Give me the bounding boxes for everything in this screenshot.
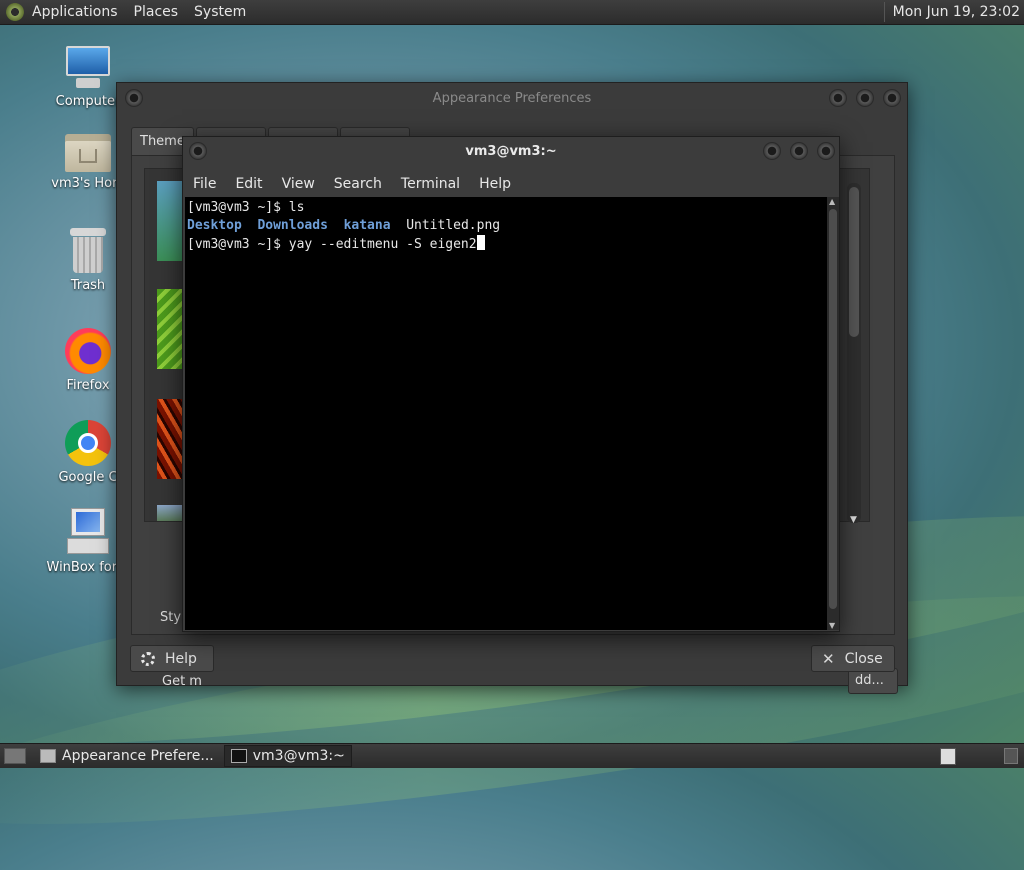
taskbar-item-label: vm3@vm3:~ <box>252 748 345 764</box>
window-controls <box>829 89 901 107</box>
directory-entry: Desktop <box>187 218 242 233</box>
close-button[interactable]: ✕ Close <box>811 645 895 672</box>
wallpaper-thumbnail[interactable] <box>157 505 185 521</box>
help-icon <box>141 651 155 666</box>
wallpaper-scrollbar[interactable]: ▼ <box>847 183 861 525</box>
wallpaper-thumbnail[interactable] <box>157 399 185 479</box>
scrollbar-thumb[interactable] <box>829 209 837 609</box>
close-window-button[interactable] <box>817 142 835 160</box>
clock-area: Mon Jun 19, 23:02 <box>883 0 1024 24</box>
file-entry: Untitled.png <box>406 218 501 233</box>
window-title: vm3@vm3:~ <box>465 144 557 159</box>
menu-help[interactable]: Help <box>479 176 511 192</box>
top-panel: Applications Places System Mon Jun 19, 2… <box>0 0 1024 25</box>
menu-terminal[interactable]: Terminal <box>401 176 460 192</box>
clock[interactable]: Mon Jun 19, 23:02 <box>893 4 1020 20</box>
terminal-menubar: File Edit View Search Terminal Help <box>183 171 839 197</box>
appearance-app-icon <box>40 749 56 763</box>
home-folder-icon <box>65 132 111 172</box>
get-more-link[interactable]: Get m <box>162 674 202 689</box>
bottom-panel: Appearance Prefere... vm3@vm3:~ <box>0 743 1024 768</box>
winbox-icon <box>67 508 109 556</box>
menu-edit[interactable]: Edit <box>235 176 262 192</box>
system-menu[interactable]: System <box>194 4 246 20</box>
menu-view[interactable]: View <box>282 176 315 192</box>
wallpaper-thumbnail[interactable] <box>157 181 185 261</box>
scroll-up-icon[interactable]: ▲ <box>829 197 835 206</box>
workspace-switcher[interactable] <box>940 747 956 765</box>
terminal-app-icon <box>230 749 247 763</box>
prompt: [vm3@vm3 ~]$ <box>187 200 289 215</box>
taskbar-item-label: Appearance Prefere... <box>62 748 214 764</box>
window-controls <box>763 142 835 160</box>
taskbar-item-terminal[interactable]: vm3@vm3:~ <box>223 745 352 767</box>
maximize-button[interactable] <box>790 142 808 160</box>
scroll-down-icon[interactable]: ▼ <box>850 515 857 525</box>
firefox-icon <box>65 328 111 374</box>
window-title: Appearance Preferences <box>432 91 592 106</box>
menu-file[interactable]: File <box>193 176 216 192</box>
places-menu[interactable]: Places <box>134 4 179 20</box>
scroll-down-icon[interactable]: ▼ <box>829 621 835 630</box>
help-button[interactable]: Help <box>130 645 214 672</box>
terminal-line: [vm3@vm3 ~]$ ls <box>187 199 827 217</box>
command: ls <box>288 200 305 215</box>
trash-applet-icon[interactable] <box>1004 748 1018 764</box>
terminal-window: vm3@vm3:~ File Edit View Search Terminal… <box>182 136 840 632</box>
close-window-button[interactable] <box>883 89 901 107</box>
directory-entry: katana <box>343 218 391 233</box>
minimize-button[interactable] <box>829 89 847 107</box>
show-desktop-icon[interactable] <box>4 748 26 764</box>
wallpaper-thumbnail[interactable] <box>157 289 185 369</box>
applications-menu[interactable]: Applications <box>32 4 118 20</box>
terminal-output[interactable]: [vm3@vm3 ~]$ ls Desktop Downloads katana… <box>185 197 827 630</box>
text-cursor <box>476 235 485 250</box>
prompt: [vm3@vm3 ~]$ <box>187 237 289 252</box>
taskbar-item-appearance[interactable]: Appearance Prefere... <box>34 745 220 767</box>
minimize-button[interactable] <box>763 142 781 160</box>
directory-entry: Downloads <box>257 218 328 233</box>
close-icon: ✕ <box>822 649 835 668</box>
terminal-line: [vm3@vm3 ~]$ yay --editmenu -S eigen2 <box>187 235 827 254</box>
distro-logo-icon[interactable] <box>6 3 24 21</box>
trash-icon <box>68 228 108 274</box>
close-button-label: Close <box>844 650 883 667</box>
scrollbar-thumb[interactable] <box>849 187 859 337</box>
terminal-line: Desktop Downloads katana Untitled.png <box>187 217 827 235</box>
help-button-label: Help <box>165 650 197 667</box>
chrome-icon <box>65 420 111 466</box>
maximize-button[interactable] <box>856 89 874 107</box>
panel-separator <box>883 2 885 22</box>
menu-search[interactable]: Search <box>334 176 382 192</box>
computer-icon <box>64 46 112 90</box>
command: yay --editmenu -S eigen2 <box>288 237 477 252</box>
terminal-scrollbar[interactable]: ▲ ▼ <box>827 197 839 630</box>
